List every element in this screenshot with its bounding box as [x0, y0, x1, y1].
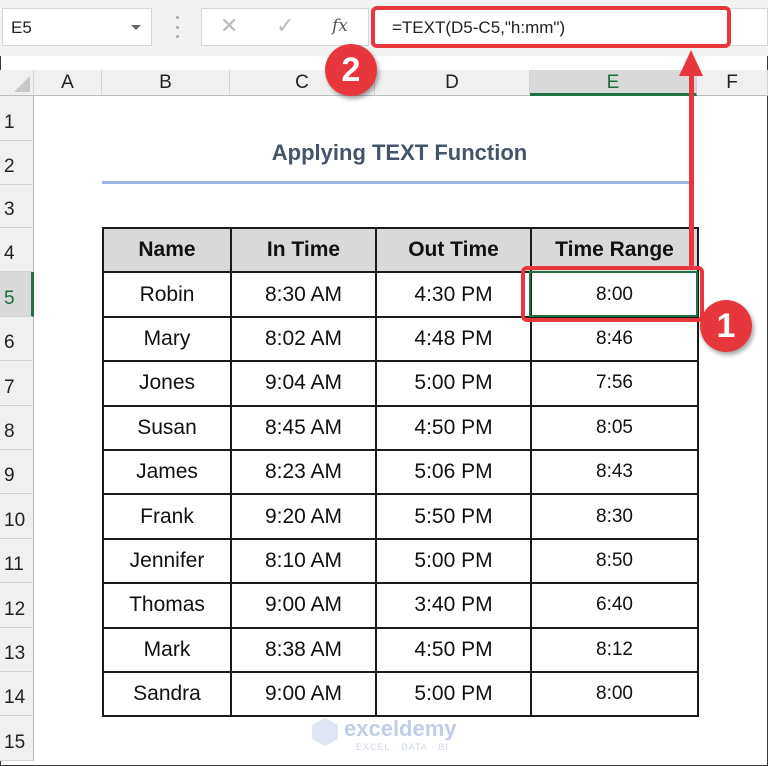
name-box-value: E5	[11, 18, 32, 37]
row-header-4[interactable]: 4	[0, 228, 34, 273]
column-header-f[interactable]: F	[697, 70, 768, 96]
column-header-e[interactable]: E	[530, 70, 697, 96]
cell-out-time[interactable]: 4:30 PM	[375, 271, 532, 318]
step-badge-2: 2	[325, 44, 377, 96]
select-all-button[interactable]	[0, 70, 34, 96]
table-row: Frank 9:20 AM 5:50 PM 8:30	[102, 493, 699, 540]
cell-in-time[interactable]: 9:20 AM	[230, 493, 377, 540]
cell-in-time[interactable]: 9:00 AM	[230, 582, 377, 629]
column-header-d[interactable]: D	[375, 70, 530, 96]
cell-in-time[interactable]: 8:10 AM	[230, 537, 377, 585]
header-name[interactable]: Name	[102, 226, 232, 274]
cell-name[interactable]: Jennifer	[102, 537, 232, 585]
cell-out-time[interactable]: 4:50 PM	[375, 404, 532, 451]
row-header-1[interactable]: 1	[0, 96, 34, 141]
row-header-6[interactable]: 6	[0, 316, 34, 362]
cell-out-time[interactable]: 4:48 PM	[375, 315, 532, 363]
cell-name[interactable]: Mary	[102, 315, 232, 363]
arrow-up-icon	[679, 50, 703, 76]
annotation-arrow-line	[689, 70, 694, 270]
cell-out-time[interactable]: 5:00 PM	[375, 670, 532, 718]
table-row: Mark 8:38 AM 4:50 PM 8:12	[102, 626, 699, 673]
header-in-time[interactable]: In Time	[230, 226, 377, 274]
cell-time-range[interactable]: 6:40	[530, 582, 699, 629]
cell-time-range[interactable]: 8:05	[530, 404, 699, 451]
enter-icon[interactable]: ✓	[276, 13, 294, 39]
cell-time-range[interactable]: 8:12	[530, 626, 699, 673]
row-header-2[interactable]: 2	[0, 140, 34, 185]
watermark-name: exceldemy	[344, 716, 457, 741]
row-header-3[interactable]: 3	[0, 185, 34, 228]
row-header-14[interactable]: 14	[0, 672, 34, 717]
cell-name[interactable]: Robin	[102, 271, 232, 318]
row-header-8[interactable]: 8	[0, 405, 34, 450]
row-header-7[interactable]: 7	[0, 361, 34, 406]
table-row: Sandra 9:00 AM 5:00 PM 8:00	[102, 670, 699, 718]
cell-time-range[interactable]: 8:00	[530, 670, 699, 718]
cell-name[interactable]: Thomas	[102, 582, 232, 629]
cell-out-time[interactable]: 5:00 PM	[375, 360, 532, 407]
insert-function-icon[interactable]: fx	[332, 16, 348, 36]
cell-highlight-box	[521, 266, 704, 322]
cell-time-range[interactable]: 8:30	[530, 493, 699, 540]
cell-time-range[interactable]: 8:50	[530, 537, 699, 585]
cell-out-time[interactable]: 5:50 PM	[375, 493, 532, 540]
row-header-10[interactable]: 10	[0, 494, 34, 539]
cell-time-range[interactable]: 8:43	[530, 448, 699, 496]
column-header-b[interactable]: B	[102, 70, 230, 96]
cell-out-time[interactable]: 3:40 PM	[375, 582, 532, 629]
title-underline	[102, 181, 692, 184]
row-header-5[interactable]: 5	[0, 272, 34, 317]
name-box[interactable]: E5	[2, 8, 152, 46]
formula-highlight-box	[371, 6, 731, 48]
cell-name[interactable]: Sandra	[102, 670, 232, 718]
table-row: Thomas 9:00 AM 3:40 PM 6:40	[102, 582, 699, 629]
row-header-15[interactable]: 15	[0, 716, 34, 761]
drag-handle-icon[interactable]	[176, 16, 180, 38]
formula-buttons: ✕ ✓ fx	[201, 8, 369, 46]
cell-in-time[interactable]: 9:00 AM	[230, 670, 377, 718]
cell-name[interactable]: Susan	[102, 404, 232, 451]
row-header-11[interactable]: 11	[0, 538, 34, 584]
row-header-12[interactable]: 12	[0, 583, 34, 628]
watermark-tagline: EXCEL · DATA · BI	[356, 742, 449, 752]
column-header-a[interactable]: A	[34, 70, 102, 96]
sheet-title: Applying TEXT Function	[271, 140, 528, 165]
cell-out-time[interactable]: 4:50 PM	[375, 626, 532, 673]
table-row: Jones 9:04 AM 5:00 PM 7:56	[102, 360, 699, 407]
chevron-down-icon[interactable]	[131, 25, 141, 30]
table-row: Susan 8:45 AM 4:50 PM 8:05	[102, 404, 699, 451]
cell-in-time[interactable]: 8:23 AM	[230, 448, 377, 496]
table-row: Mary 8:02 AM 4:48 PM 8:46	[102, 315, 699, 363]
step-badge-1: 1	[700, 300, 752, 352]
table-row: James 8:23 AM 5:06 PM 8:43	[102, 448, 699, 496]
row-header-9[interactable]: 9	[0, 450, 34, 495]
cell-name[interactable]: Mark	[102, 626, 232, 673]
cell-out-time[interactable]: 5:00 PM	[375, 537, 532, 585]
row-header-13[interactable]: 13	[0, 627, 34, 672]
cell-in-time[interactable]: 9:04 AM	[230, 360, 377, 407]
cancel-icon[interactable]: ✕	[220, 13, 238, 39]
cell-in-time[interactable]: 8:38 AM	[230, 626, 377, 673]
cell-out-time[interactable]: 5:06 PM	[375, 448, 532, 496]
table-row: Jennifer 8:10 AM 5:00 PM 8:50	[102, 537, 699, 585]
cell-name[interactable]: James	[102, 448, 232, 496]
cell-time-range[interactable]: 7:56	[530, 360, 699, 407]
cell-name[interactable]: Frank	[102, 493, 232, 540]
header-out-time[interactable]: Out Time	[375, 226, 532, 274]
cell-time-range[interactable]: 8:46	[530, 315, 699, 363]
cell-in-time[interactable]: 8:45 AM	[230, 404, 377, 451]
cell-name[interactable]: Jones	[102, 360, 232, 407]
cell-in-time[interactable]: 8:02 AM	[230, 315, 377, 363]
cell-in-time[interactable]: 8:30 AM	[230, 271, 377, 318]
